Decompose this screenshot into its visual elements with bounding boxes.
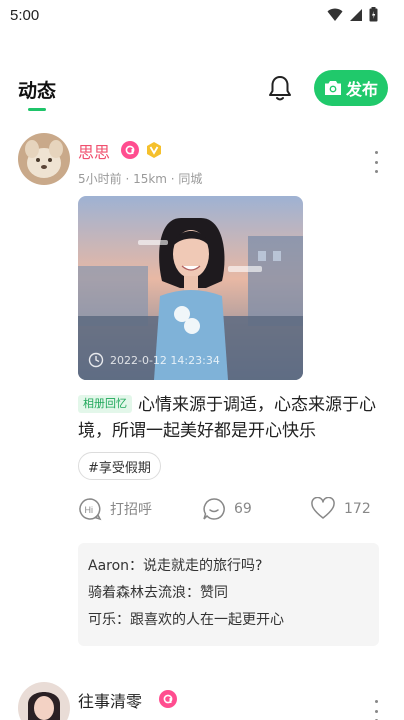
more-options-icon[interactable]	[373, 151, 379, 173]
svg-text:Hi: Hi	[85, 505, 94, 515]
comment-item[interactable]: 骑着森林去流浪：赞同	[88, 580, 369, 607]
comment-button[interactable]: 69	[202, 497, 252, 521]
comment-icon	[203, 498, 225, 520]
username[interactable]: 往事清零	[78, 688, 142, 712]
comment-author: 可乐	[88, 612, 116, 628]
comment-author: Aaron	[88, 558, 130, 574]
hashtag-chip[interactable]: #享受假期	[78, 452, 161, 480]
greet-button[interactable]: Hi 打招呼	[78, 497, 152, 521]
comment-text: 跟喜欢的人在一起更开心	[130, 612, 284, 628]
comment-item[interactable]: Aaron：说走就走的旅行吗?	[88, 553, 369, 580]
post-actions: Hi 打招呼 69 172	[78, 497, 378, 527]
greet-hi-icon: Hi	[79, 498, 102, 521]
verified-badge-icon	[121, 141, 139, 159]
comment-author: 骑着森林去流浪	[88, 585, 186, 601]
album-tag[interactable]: 相册回忆	[78, 395, 132, 413]
post-photo[interactable]: 2022-0-12 14:23:34	[78, 196, 303, 380]
like-count: 172	[344, 501, 371, 517]
like-button[interactable]: 172	[310, 497, 371, 521]
photo-timestamp: 2022-0-12 14:23:34	[88, 352, 220, 368]
comment-text: 说走就走的旅行吗?	[143, 558, 263, 574]
post-text: 相册回忆 心情来源于调适，心态来源于心境，所谓一起美好都是开心快乐	[78, 392, 378, 444]
verified-badge-icon	[159, 690, 177, 708]
avatar[interactable]	[18, 133, 70, 185]
hashtag-label: #享受假期	[88, 460, 151, 476]
clock-icon	[88, 352, 104, 368]
vip-badge-icon	[147, 142, 161, 158]
comment-text: 赞同	[200, 585, 228, 601]
avatar[interactable]	[18, 682, 70, 720]
greet-label: 打招呼	[110, 502, 152, 518]
more-options-icon[interactable]	[373, 700, 379, 720]
post-card: 思思 5小时前 · 15km · 同城 2022-0-12 14:23:34 相…	[0, 0, 404, 670]
post-meta: 5小时前 · 15km · 同城	[78, 172, 203, 186]
comment-item[interactable]: 可乐：跟喜欢的人在一起更开心	[88, 607, 369, 634]
comment-count: 69	[234, 501, 252, 517]
comment-list: Aaron：说走就走的旅行吗? 骑着森林去流浪：赞同 可乐：跟喜欢的人在一起更开…	[78, 543, 379, 646]
photo-timestamp-text: 2022-0-12 14:23:34	[110, 353, 220, 367]
username[interactable]: 思思	[78, 139, 110, 163]
heart-icon	[311, 497, 335, 519]
